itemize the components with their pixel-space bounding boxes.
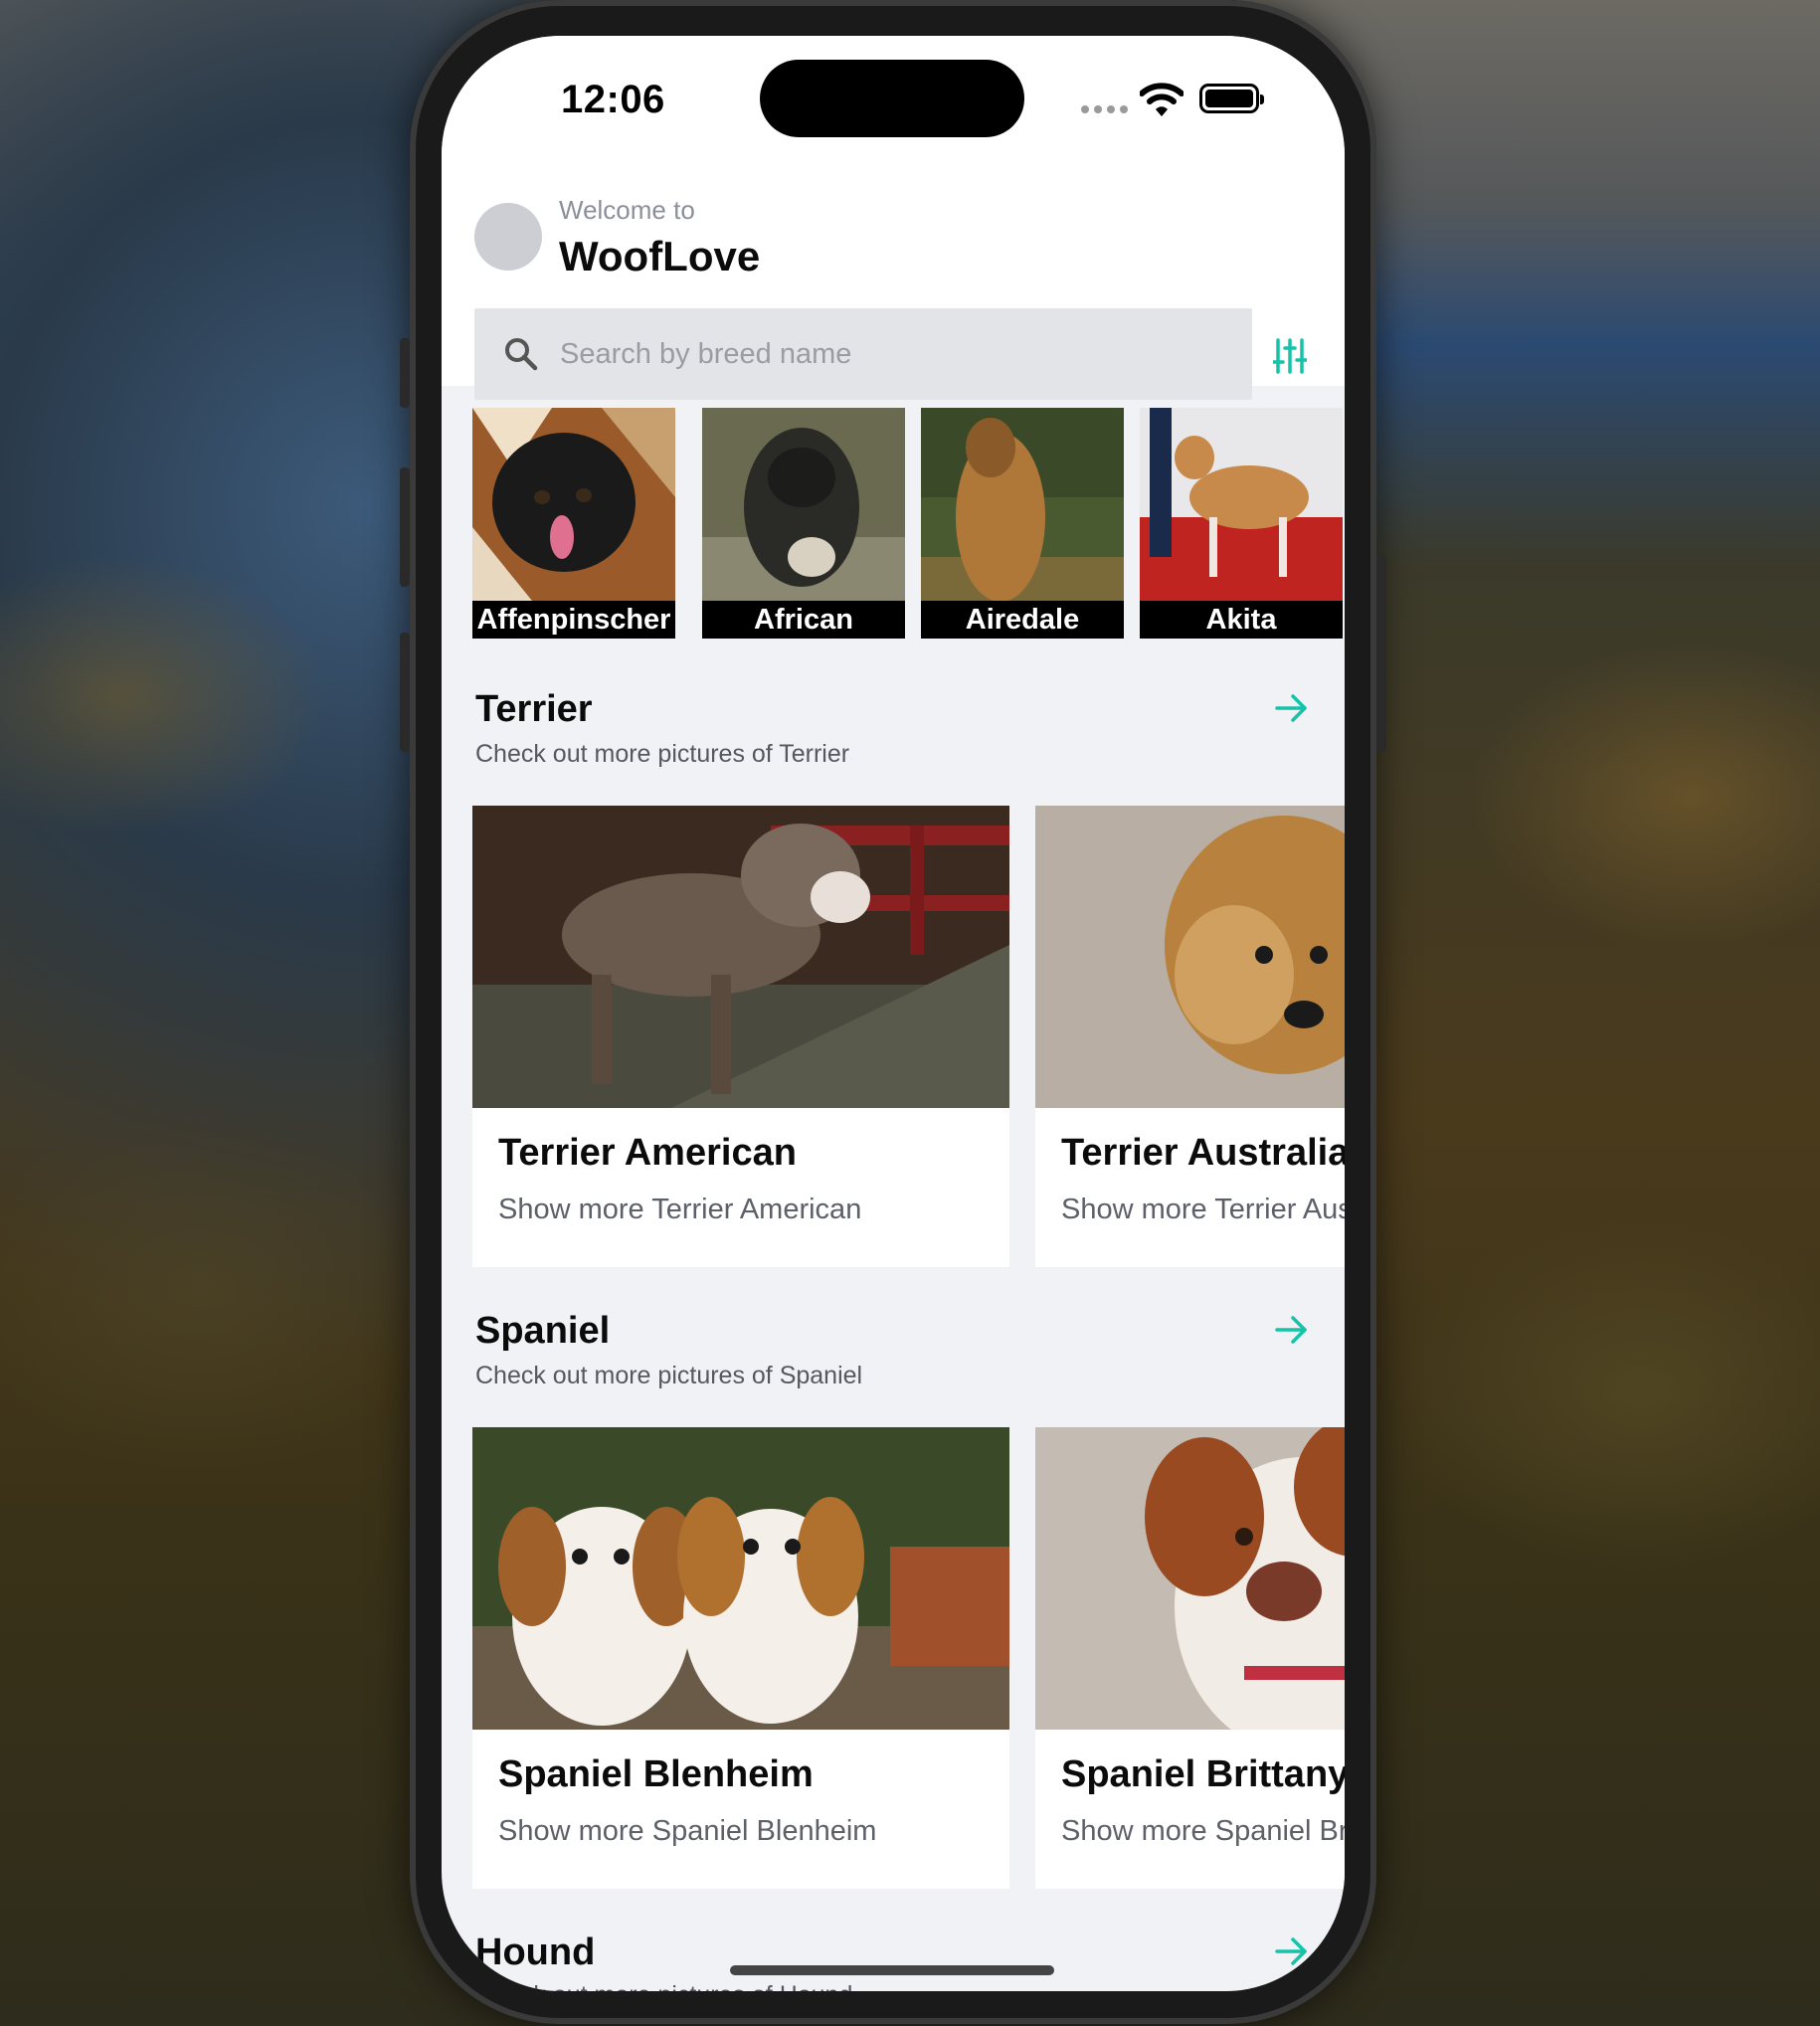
power-button [1376, 553, 1386, 752]
dynamic-island [760, 60, 1024, 137]
sliders-icon[interactable] [1273, 338, 1307, 374]
wifi-icon [1140, 83, 1183, 116]
breed-tile-african[interactable]: African [702, 408, 905, 639]
breed-photo [472, 408, 675, 601]
volume-down-button [400, 633, 410, 752]
cellular-signal-icon [1081, 105, 1128, 113]
action-button [400, 338, 410, 408]
app-header: Welcome to WoofLove [442, 165, 1345, 400]
section-subtitle-terrier: Check out more pictures of Terrier [475, 740, 850, 768]
section-title-hound: Hound [475, 1932, 596, 1973]
breed-card-spaniel-blenheim[interactable]: Spaniel Blenheim Show more Spaniel Blenh… [472, 1427, 1009, 1889]
card-title: Spaniel Brittany [1061, 1753, 1345, 1795]
card-photo [472, 1427, 1009, 1730]
card-photo [472, 806, 1009, 1108]
volume-up-button [400, 467, 410, 587]
status-bar: 12:06 [442, 36, 1345, 165]
breed-tile-akita[interactable]: Akita [1140, 408, 1343, 639]
welcome-text: Welcome to [559, 195, 695, 225]
avatar[interactable] [474, 203, 542, 271]
breed-photo [702, 408, 905, 601]
breed-card-terrier-australian[interactable]: Terrier Australian Show more Terrier Aus… [1035, 806, 1345, 1267]
card-subtitle: Show more Spaniel Brittany [1061, 1815, 1345, 1847]
breed-label: African [702, 601, 905, 639]
phone-screen: 12:06 Welcome to WoofLove Search by bree… [442, 36, 1345, 1991]
card-title: Terrier Australian [1061, 1132, 1345, 1174]
card-subtitle: Show more Terrier Australian [1061, 1194, 1345, 1225]
card-title: Spaniel Blenheim [498, 1753, 814, 1795]
home-indicator[interactable] [730, 1965, 1054, 1975]
breed-photo [1140, 408, 1343, 601]
arrow-right-icon[interactable] [1273, 692, 1309, 724]
section-subtitle-hound: Check out more pictures of Hound [475, 1981, 852, 1991]
breed-photo [921, 408, 1124, 601]
card-title: Terrier American [498, 1132, 797, 1174]
breed-card-spaniel-brittany[interactable]: Spaniel Brittany Show more Spaniel Britt… [1035, 1427, 1345, 1889]
arrow-right-icon[interactable] [1273, 1935, 1309, 1967]
breed-carousel: Affenpinscher African Airedale Akita [472, 408, 1345, 639]
section-title-spaniel: Spaniel [475, 1310, 611, 1352]
search-bar[interactable] [474, 308, 1252, 400]
section-subtitle-spaniel: Check out more pictures of Spaniel [475, 1362, 863, 1389]
section-title-terrier: Terrier [475, 688, 593, 730]
search-icon [505, 338, 538, 371]
breed-card-terrier-american[interactable]: Terrier American Show more Terrier Ameri… [472, 806, 1009, 1267]
battery-icon [1199, 84, 1264, 113]
app-title: WoofLove [559, 233, 761, 279]
card-photo [1035, 806, 1345, 1108]
breed-label: Airedale [921, 601, 1124, 639]
search-input[interactable] [558, 336, 1218, 372]
breed-tile-affenpinscher[interactable]: Affenpinscher [472, 408, 675, 639]
breed-label: Akita [1140, 601, 1343, 639]
breed-tile-airedale[interactable]: Airedale [921, 408, 1124, 639]
card-subtitle: Show more Spaniel Blenheim [498, 1815, 877, 1847]
arrow-right-icon[interactable] [1273, 1314, 1309, 1346]
status-time: 12:06 [561, 78, 665, 121]
breed-label: Affenpinscher [472, 601, 675, 639]
card-subtitle: Show more Terrier American [498, 1194, 862, 1225]
card-photo [1035, 1427, 1345, 1730]
